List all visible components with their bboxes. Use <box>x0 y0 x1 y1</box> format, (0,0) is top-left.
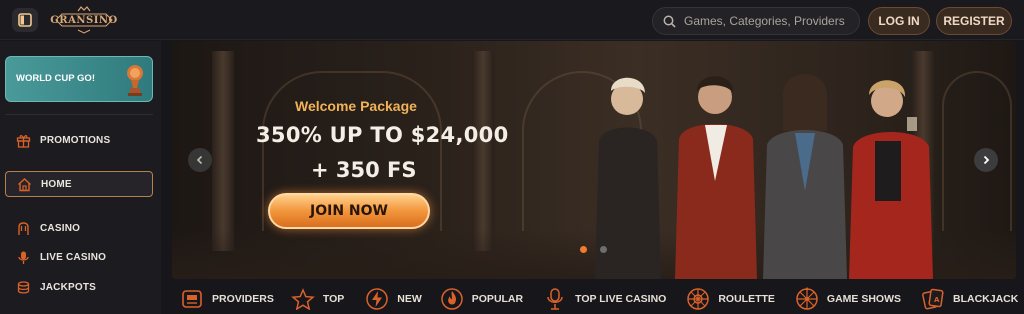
sidebar: WORLD CUP GO! PROMOTIONS HOME CASINO LIV <box>0 41 161 314</box>
category-label: GAME SHOWS <box>826 292 902 305</box>
chevron-left-icon <box>196 155 203 165</box>
slide-dot-active[interactable] <box>580 246 587 253</box>
top-header: GRANSINO LOG IN REGISTER <box>0 0 1024 40</box>
sidebar-item-label: PROMOTIONS <box>40 134 111 146</box>
login-button[interactable]: LOG IN <box>868 7 930 35</box>
hero-characters-illustration <box>595 74 933 279</box>
category-label: TOP <box>322 292 345 305</box>
flame-icon <box>440 287 464 311</box>
register-button[interactable]: REGISTER <box>936 7 1012 35</box>
join-now-button[interactable]: JOIN NOW <box>268 193 430 229</box>
category-top[interactable]: TOP <box>290 283 345 314</box>
category-label: ROULETTE <box>718 292 775 305</box>
category-game-shows[interactable]: GAME SHOWS <box>795 283 901 314</box>
hero-banner[interactable]: Welcome Package 350% UP TO $24,000 + 350… <box>172 41 1016 279</box>
search-input[interactable] <box>684 14 854 28</box>
site-logo[interactable]: GRANSINO <box>50 5 118 35</box>
roulette-icon <box>686 287 710 311</box>
sidebar-item-live-casino[interactable]: LIVE CASINO <box>5 244 153 270</box>
sidebar-item-home[interactable]: HOME <box>5 171 153 197</box>
sidebar-item-promotions[interactable]: PROMOTIONS <box>5 127 153 153</box>
category-new[interactable]: NEW <box>365 283 422 314</box>
logo-text: GRANSINO <box>50 14 118 26</box>
promo-card-label: WORLD CUP GO! <box>16 73 95 84</box>
home-icon <box>16 176 32 192</box>
search-bar[interactable] <box>652 7 860 35</box>
sidebar-toggle-button[interactable] <box>12 8 38 32</box>
sidebar-item-label: JACKPOTS <box>40 281 97 293</box>
banner-next-button[interactable] <box>974 148 998 172</box>
category-popular[interactable]: POPULAR <box>440 283 523 314</box>
banner-prev-button[interactable] <box>188 148 212 172</box>
coins-icon <box>15 279 31 295</box>
lightning-icon <box>365 287 389 311</box>
category-label: BLACKJACK <box>953 292 1019 305</box>
wheel-icon <box>795 286 819 311</box>
category-roulette[interactable]: ROULETTE <box>686 283 775 314</box>
category-label: NEW <box>397 292 422 305</box>
sidebar-toggle-icon <box>18 13 32 27</box>
category-label: POPULAR <box>471 292 524 305</box>
sidebar-item-label: LIVE CASINO <box>40 251 107 263</box>
sidebar-divider <box>5 114 153 115</box>
sidebar-item-label: CASINO <box>40 222 81 234</box>
search-icon <box>663 15 676 28</box>
providers-icon <box>180 287 204 311</box>
banner-offer-line1: 350% UP TO $24,000 <box>256 123 509 147</box>
category-top-live-casino[interactable]: TOP LIVE CASINO <box>543 283 666 314</box>
trophy-icon <box>127 65 143 96</box>
svg-text:A: A <box>934 296 940 304</box>
category-providers[interactable]: PROVIDERS <box>180 283 274 314</box>
sidebar-item-casino[interactable]: CASINO <box>5 215 153 241</box>
world-cup-promo-card[interactable]: WORLD CUP GO! <box>5 56 153 102</box>
gift-icon <box>15 132 31 148</box>
sidebar-item-label: HOME <box>41 178 72 190</box>
category-blackjack[interactable]: A BLACKJACK <box>921 283 1018 314</box>
banner-headline: Welcome Package <box>295 98 417 114</box>
background-pillar <box>472 51 494 251</box>
microphone-icon <box>543 287 567 311</box>
chevron-right-icon <box>983 155 990 165</box>
category-bar: PROVIDERS TOP NEW POPULAR TOP LIVE CASIN… <box>172 283 1018 314</box>
slide-dot[interactable] <box>600 246 607 253</box>
cards-icon: A <box>921 287 945 311</box>
category-label: TOP LIVE CASINO <box>575 292 667 305</box>
category-label: PROVIDERS <box>212 292 274 305</box>
microphone-icon <box>15 249 31 265</box>
slot-machine-icon <box>15 220 31 236</box>
background-pillar <box>212 51 234 251</box>
banner-offer-line2: + 350 FS <box>311 158 417 182</box>
sidebar-item-jackpots[interactable]: JACKPOTS <box>5 274 153 300</box>
star-icon <box>290 287 315 311</box>
